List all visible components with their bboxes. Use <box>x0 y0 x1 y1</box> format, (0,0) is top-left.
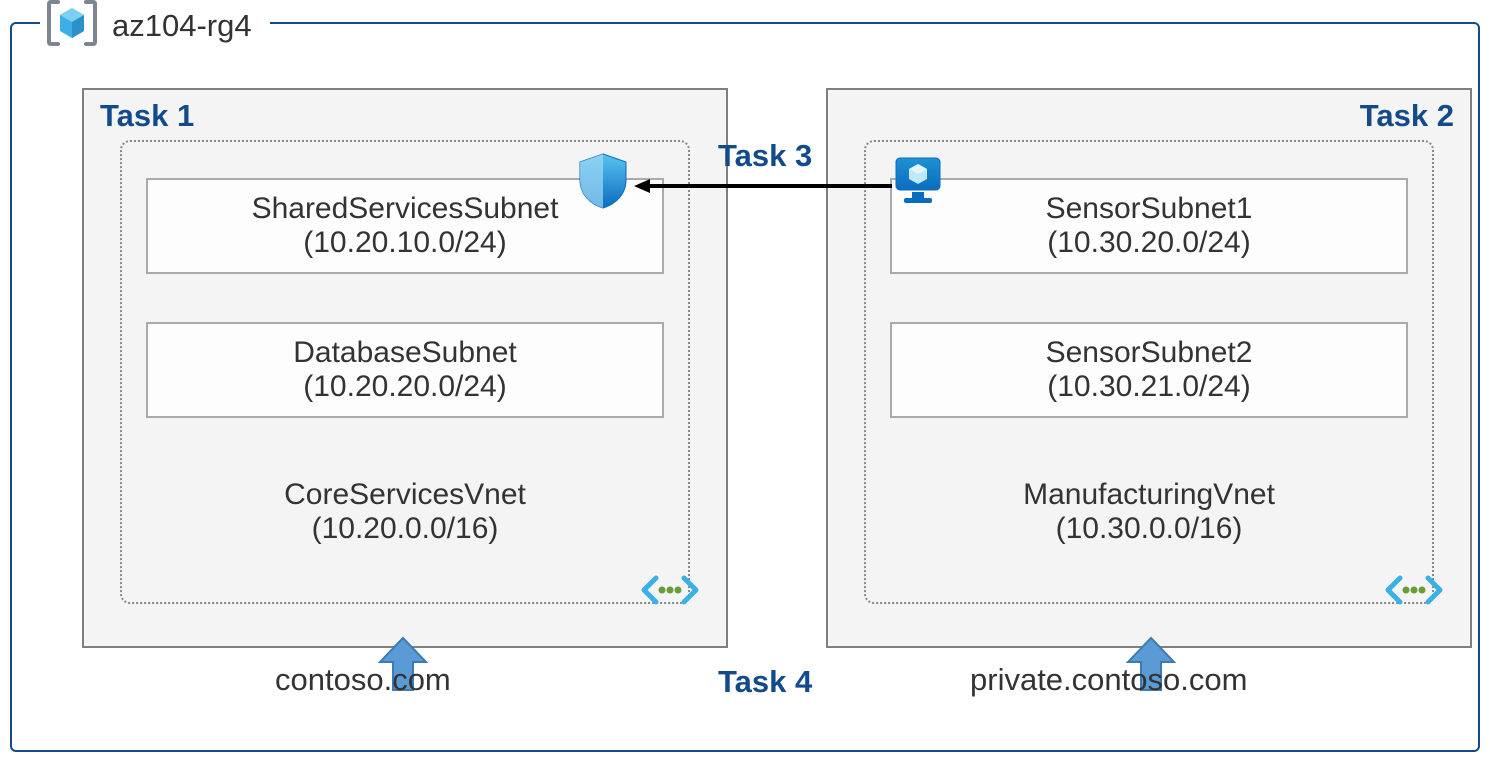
subnet-sensor1: SensorSubnet1 (10.30.20.0/24) <box>890 178 1408 274</box>
vnet-core-services-label: CoreServicesVnet (10.20.0.0/16) <box>122 478 688 546</box>
task1-title: Task 1 <box>100 98 194 134</box>
dns-label-private-contoso: private.contoso.com <box>970 662 1247 698</box>
subnet-name: SensorSubnet2 <box>892 336 1406 370</box>
vnet-cidr: (10.30.0.0/16) <box>866 512 1432 546</box>
virtual-network-icon <box>640 570 700 610</box>
subnet-database: DatabaseSubnet (10.20.20.0/24) <box>146 322 664 418</box>
vnet-name: ManufacturingVnet <box>866 478 1432 512</box>
task2-vnet-boundary: SensorSubnet1 (10.30.20.0/24) SensorSubn… <box>864 140 1434 604</box>
application-security-group-icon <box>890 152 946 208</box>
subnet-cidr: (10.20.20.0/24) <box>148 370 662 404</box>
task2-title: Task 2 <box>1360 98 1454 134</box>
task3-title: Task 3 <box>718 138 812 174</box>
subnet-cidr: (10.30.21.0/24) <box>892 370 1406 404</box>
vnet-manufacturing-label: ManufacturingVnet (10.30.0.0/16) <box>866 478 1432 546</box>
resource-group-icon <box>46 0 98 51</box>
task4-title: Task 4 <box>718 664 812 700</box>
dns-label-contoso: contoso.com <box>275 662 451 698</box>
vnet-cidr: (10.20.0.0/16) <box>122 512 688 546</box>
virtual-network-icon <box>1384 570 1444 610</box>
peering-arrow <box>634 178 892 186</box>
vnet-name: CoreServicesVnet <box>122 478 688 512</box>
resource-group-label: az104-rg4 <box>40 0 270 51</box>
subnet-sensor2: SensorSubnet2 (10.30.21.0/24) <box>890 322 1408 418</box>
subnet-cidr: (10.30.20.0/24) <box>892 226 1406 260</box>
resource-group-name: az104-rg4 <box>112 8 252 44</box>
subnet-cidr: (10.20.10.0/24) <box>148 226 662 260</box>
subnet-name: DatabaseSubnet <box>148 336 662 370</box>
shield-icon <box>572 150 634 212</box>
subnet-name: SensorSubnet1 <box>892 192 1406 226</box>
